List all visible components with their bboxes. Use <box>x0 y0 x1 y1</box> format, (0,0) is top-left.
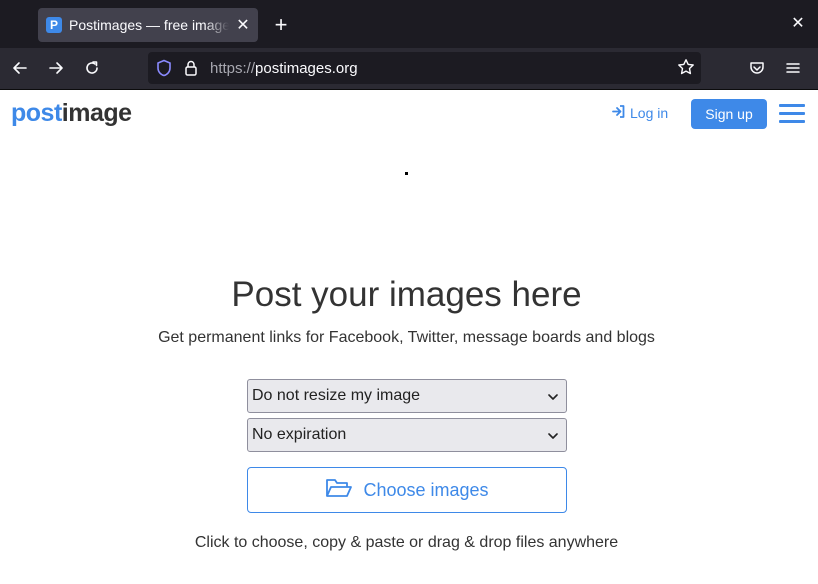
signup-button[interactable]: Sign up <box>691 99 767 129</box>
logo-part-image: image <box>61 99 132 127</box>
site-logo[interactable]: postimage <box>11 99 132 128</box>
choose-images-button[interactable]: Choose images <box>247 467 567 513</box>
back-icon[interactable] <box>8 56 32 80</box>
url-text[interactable]: https://postimages.org <box>210 60 358 77</box>
url-scheme: https:// <box>210 60 256 77</box>
login-link[interactable]: Log in <box>612 105 668 121</box>
pocket-icon[interactable] <box>745 56 769 80</box>
url-host: postimages.org <box>255 60 358 77</box>
resize-select[interactable]: Do not resize my image <box>247 379 567 413</box>
tab-close-icon[interactable]: ✕ <box>236 15 250 35</box>
new-tab-plus-icon[interactable]: + <box>270 14 292 36</box>
address-bar[interactable]: https://postimages.org <box>148 52 701 84</box>
page-title: Post your images here <box>231 275 582 314</box>
chevron-down-icon <box>548 387 558 405</box>
upload-hint: Click to choose, copy & paste or drag & … <box>194 534 619 551</box>
lock-icon[interactable] <box>184 59 198 82</box>
hamburger-icon[interactable] <box>779 104 805 124</box>
chevron-down-icon <box>548 426 558 444</box>
menu-icon[interactable] <box>781 56 805 80</box>
login-label: Log in <box>630 105 669 121</box>
expiration-select-value: No expiration <box>252 426 347 443</box>
page-content: postimage Log in Sign up Post your image… <box>0 90 818 584</box>
loading-dot <box>405 172 408 175</box>
expiration-select[interactable]: No expiration <box>247 418 567 452</box>
forward-icon[interactable] <box>44 56 68 80</box>
tab-title: Postimages — free image hosting <box>69 17 229 33</box>
page-subtitle: Get permanent links for Facebook, Twitte… <box>158 329 655 346</box>
folder-open-icon <box>325 477 353 504</box>
star-icon[interactable] <box>677 58 695 81</box>
choose-images-label: Choose images <box>363 479 489 500</box>
navigation-toolbar: https://postimages.org <box>0 48 818 90</box>
resize-select-value: Do not resize my image <box>252 387 421 404</box>
tab-strip: P Postimages — free image hosting ✕ + ✕ <box>0 0 818 48</box>
logo-part-post: post <box>11 99 62 127</box>
window-close-icon[interactable]: ✕ <box>788 14 808 34</box>
shield-icon[interactable] <box>156 59 172 82</box>
reload-icon[interactable] <box>80 56 104 80</box>
site-favicon-icon: P <box>46 17 62 33</box>
sign-in-icon <box>612 105 625 121</box>
active-tab[interactable]: P Postimages — free image hosting ✕ <box>38 8 258 42</box>
